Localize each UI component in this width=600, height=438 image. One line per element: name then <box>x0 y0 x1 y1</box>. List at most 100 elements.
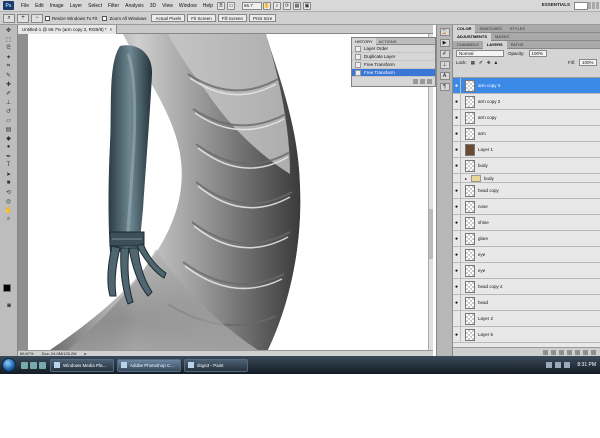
visibility-eye-icon[interactable]: ● <box>453 125 461 142</box>
close-button[interactable] <box>596 2 599 9</box>
visibility-eye-icon[interactable]: ● <box>453 294 461 311</box>
layer-row[interactable]: ● arm <box>453 125 600 142</box>
layer-row[interactable]: ● body <box>453 157 600 174</box>
tab-adjustments[interactable]: ADJUSTMENTS <box>453 32 492 41</box>
arrange-documents-icon[interactable]: ▦ <box>293 1 302 10</box>
taskbar-item-media-player[interactable]: Windows Media Pla... <box>50 358 114 372</box>
tab-layers[interactable]: LAYERS <box>482 40 507 49</box>
actions-panel-icon[interactable]: ▶ <box>439 39 450 47</box>
dodge-tool-icon[interactable]: ● <box>3 143 15 151</box>
visibility-eye-icon[interactable]: ● <box>453 157 461 174</box>
delete-state-icon[interactable] <box>427 78 432 84</box>
layer-row[interactable]: ● nose <box>453 198 600 215</box>
menu-filter[interactable]: Filter <box>105 3 122 9</box>
history-brush-tool-icon[interactable]: ↺ <box>3 107 15 115</box>
taskbar-item-paint[interactable]: dogs3 - Paint <box>184 358 248 372</box>
layer-row[interactable]: ● arm copy <box>453 109 600 126</box>
3d-orbit-tool-icon[interactable]: ◎ <box>3 197 15 205</box>
print-size-button[interactable]: Print Size <box>249 14 277 22</box>
eyedropper-tool-icon[interactable]: ✎ <box>3 71 15 79</box>
tab-styles[interactable]: STYLES <box>506 25 529 33</box>
visibility-eye-icon[interactable]: ● <box>453 246 461 263</box>
zoom-out-icon[interactable]: − <box>31 13 43 23</box>
menu-select[interactable]: Select <box>85 3 105 9</box>
blur-tool-icon[interactable]: ◆ <box>3 134 15 142</box>
menu-layer[interactable]: Layer <box>67 3 86 9</box>
security-icon[interactable] <box>564 362 571 368</box>
menu-window[interactable]: Window <box>176 3 200 9</box>
visibility-eye-icon[interactable]: ● <box>453 262 461 279</box>
menu-3d[interactable]: 3D <box>147 3 159 9</box>
visibility-eye-icon[interactable] <box>453 310 461 327</box>
history-item[interactable]: Free Transform <box>352 61 435 69</box>
volume-icon[interactable] <box>555 362 562 368</box>
3d-rotate-tool-icon[interactable]: ⟲ <box>3 188 15 196</box>
layer-row[interactable]: ● arm copy 2 <box>453 93 600 110</box>
hand-tool-icon[interactable]: ✋ <box>3 206 15 214</box>
visibility-eye-icon[interactable]: ● <box>453 182 461 199</box>
add-mask-icon[interactable] <box>559 349 564 355</box>
menu-view[interactable]: View <box>159 3 176 9</box>
layer-row[interactable]: ● head copy <box>453 182 600 199</box>
lock-image-icon[interactable]: ✐ <box>479 60 483 66</box>
quick-launch-media-icon[interactable] <box>39 361 46 369</box>
layer-row[interactable]: ● Layer 1 <box>453 141 600 158</box>
lock-position-icon[interactable]: ✥ <box>487 60 491 66</box>
layer-row[interactable]: ● arm copy 3 <box>453 78 600 94</box>
quick-launch-explorer-icon[interactable] <box>30 361 37 369</box>
visibility-eye-icon[interactable]: ● <box>453 278 461 295</box>
eraser-tool-icon[interactable]: ▱ <box>3 116 15 124</box>
menu-help[interactable]: Help <box>200 3 216 9</box>
new-group-icon[interactable] <box>575 349 580 355</box>
crop-tool-icon[interactable]: ⌗ <box>3 62 15 70</box>
magic-wand-tool-icon[interactable]: ✦ <box>3 53 15 61</box>
layer-row[interactable]: Layer 2 <box>453 310 600 327</box>
tab-actions[interactable]: ACTIONS <box>376 38 400 45</box>
foreground-color-swatch[interactable] <box>3 284 11 292</box>
adjustment-layer-icon[interactable] <box>567 349 572 355</box>
link-layers-icon[interactable] <box>543 349 548 355</box>
maximize-button[interactable] <box>592 2 595 9</box>
layer-row[interactable]: ● head <box>453 294 600 311</box>
visibility-eye-icon[interactable]: ● <box>453 93 461 110</box>
menu-image[interactable]: Image <box>47 3 67 9</box>
paragraph-panel-icon[interactable]: ¶ <box>439 83 450 91</box>
layer-row[interactable]: ● Layer 6 <box>453 326 600 343</box>
history-item-active[interactable]: Free Transform <box>352 69 435 77</box>
tab-history[interactable]: HISTORY <box>352 37 376 45</box>
gradient-tool-icon[interactable]: ▤ <box>3 125 15 133</box>
visibility-eye-icon[interactable] <box>453 173 461 183</box>
hand-tool-icon[interactable]: ✋ <box>263 1 272 10</box>
tab-masks[interactable]: MASKS <box>491 33 513 41</box>
shape-tool-icon[interactable]: ■ <box>3 179 15 187</box>
lock-transparency-icon[interactable]: ▦ <box>471 60 475 66</box>
layer-row[interactable]: ▸ body <box>453 173 600 183</box>
visibility-eye-icon[interactable]: ● <box>453 78 461 94</box>
fill-input[interactable]: 100% <box>579 59 597 66</box>
opacity-input[interactable]: 100% <box>528 50 547 57</box>
character-panel-icon[interactable]: A <box>439 72 450 80</box>
clock[interactable]: 8:31 PM <box>577 362 596 368</box>
menu-analysis[interactable]: Analysis <box>122 3 147 9</box>
rotate-view-icon[interactable]: ⟳ <box>283 1 292 10</box>
help-search-input[interactable] <box>574 2 588 10</box>
visibility-eye-icon[interactable]: ● <box>453 109 461 126</box>
menu-file[interactable]: File <box>18 3 32 9</box>
history-panel-icon[interactable]: ⌛ <box>439 28 450 36</box>
brush-presets-icon[interactable]: ✐ <box>439 50 450 58</box>
fit-screen-button[interactable]: Fit Screen <box>187 14 216 22</box>
tab-channels[interactable]: CHANNELS <box>453 41 483 49</box>
close-tab-icon[interactable]: × <box>110 27 113 32</box>
blend-mode-select[interactable]: Normal <box>456 50 504 57</box>
fill-screen-button[interactable]: Fill Screen <box>217 14 247 22</box>
layer-row[interactable]: ● eye <box>453 246 600 263</box>
layer-row[interactable]: ● eye <box>453 262 600 279</box>
workspace-switcher[interactable]: ESSENTIALS <box>542 2 570 7</box>
group-expand-arrow-icon[interactable]: ▸ <box>465 176 467 181</box>
zoom-level-select[interactable]: 66.7 <box>242 1 263 10</box>
new-snapshot-icon[interactable] <box>420 78 425 84</box>
lock-all-icon[interactable]: 🔒︎ <box>495 60 497 65</box>
layer-style-icon[interactable] <box>551 349 556 355</box>
visibility-eye-icon[interactable]: ● <box>453 141 461 158</box>
history-item[interactable]: Duplicate Layer <box>352 53 435 61</box>
